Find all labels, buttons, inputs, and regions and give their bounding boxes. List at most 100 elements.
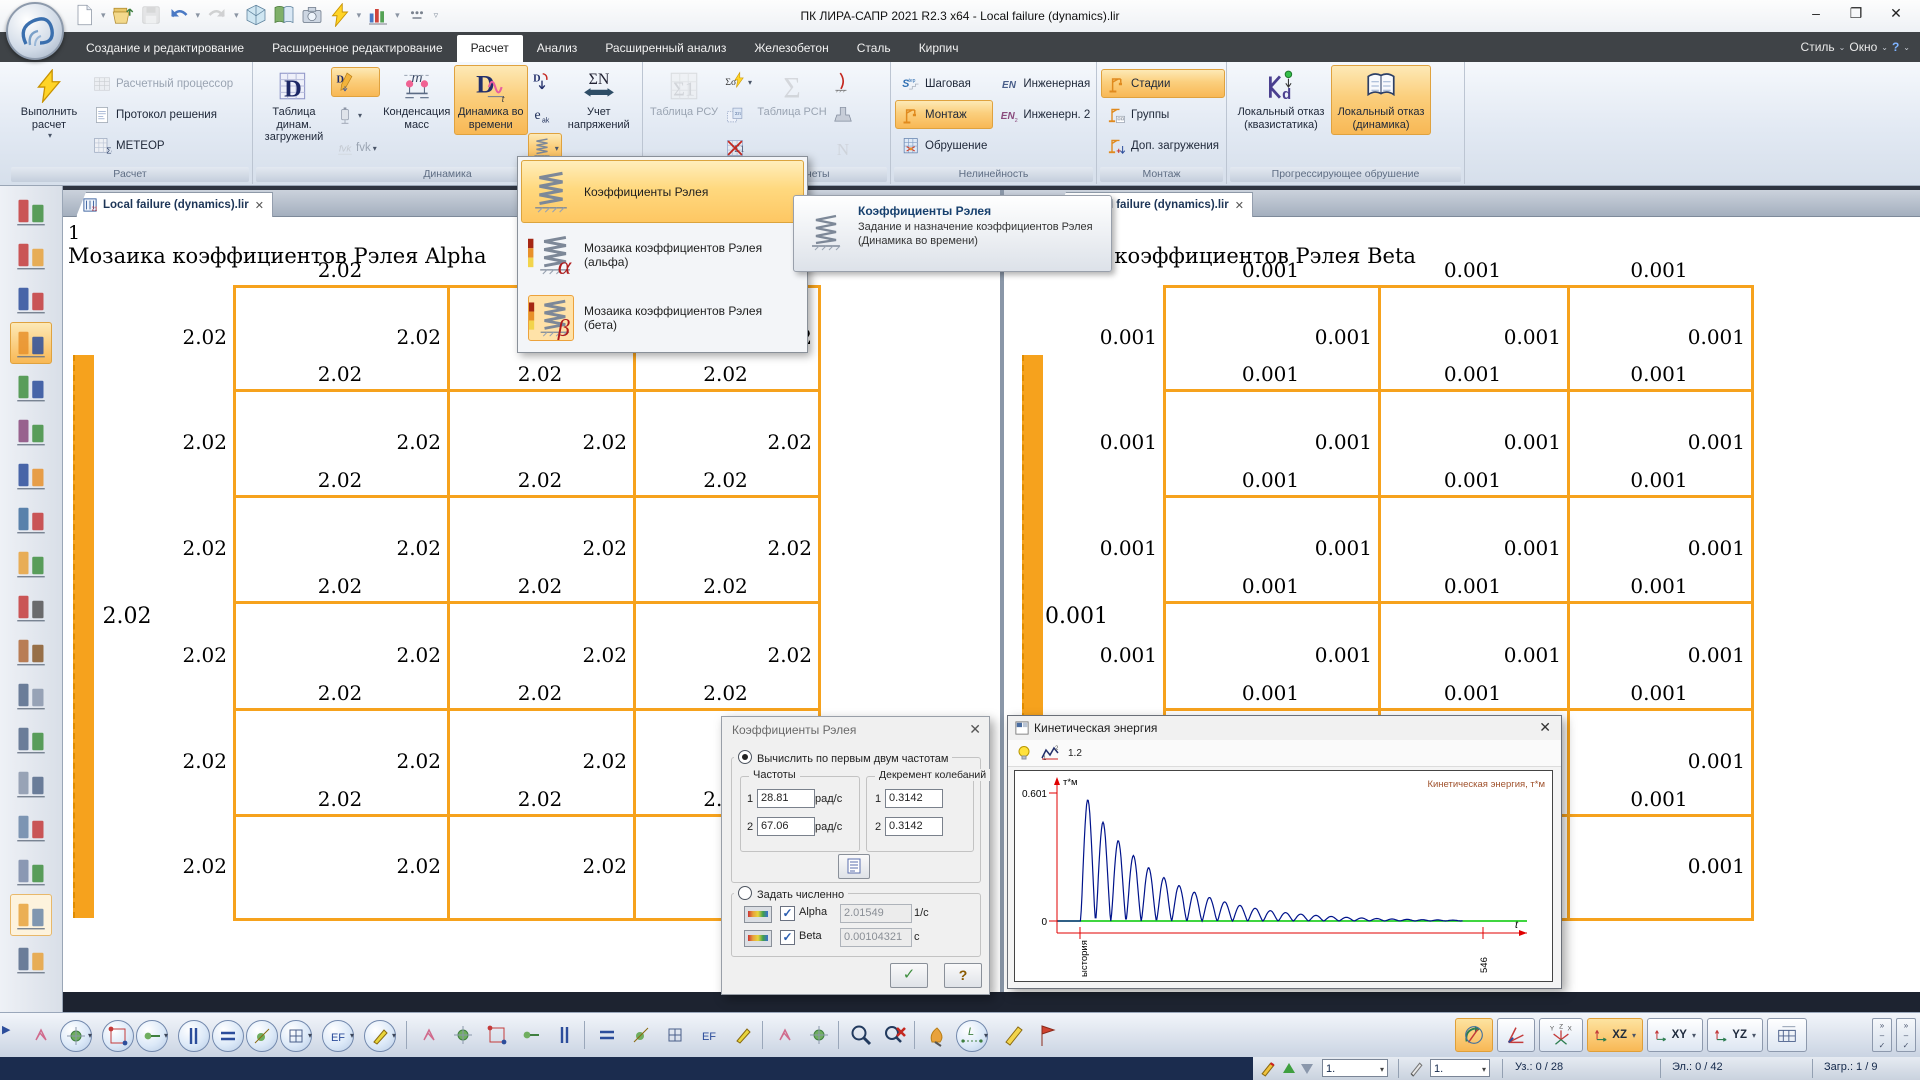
left-toolbar-plate[interactable] [10, 894, 52, 936]
ribbon-tab-Расширенный анализ[interactable]: Расширенный анализ [591, 35, 740, 62]
left-toolbar-mark[interactable] [10, 234, 52, 276]
left-toolbar-stamp[interactable] [10, 190, 52, 232]
apply-button[interactable]: ✓ [890, 963, 928, 988]
tool-zoom-off[interactable] [880, 1020, 910, 1050]
dropdown-caret-icon[interactable]: ▾ [88, 1031, 92, 1040]
ribbon-button-Обрушение[interactable]: Обрушение [895, 131, 993, 160]
menu-Окно[interactable]: Окно [1849, 40, 1877, 54]
increase-icon[interactable] [1283, 1063, 1295, 1073]
tool-building-red[interactable] [804, 1020, 834, 1050]
left-toolbar-wall[interactable] [10, 762, 52, 804]
minimize-button[interactable]: – [1796, 0, 1836, 28]
scale-combo-2[interactable]: 1.▾ [1430, 1059, 1490, 1077]
menu-item-Мозаика коэффициентов Рэлея (бета)[interactable]: βМозаика коэффициентов Рэлея (бета) [521, 286, 804, 349]
tool-select-poly[interactable] [26, 1020, 56, 1050]
ribbon-tab-Создание и редактирование[interactable]: Создание и редактирование [72, 35, 258, 62]
left-toolbar-ramp[interactable] [10, 850, 52, 892]
mini-panel-2[interactable]: »–✓ [1896, 1018, 1916, 1052]
caret-icon[interactable]: ⌄ [1839, 43, 1846, 52]
ribbon-tab-Кирпич[interactable]: Кирпич [905, 35, 973, 62]
ribbon-button-Монтаж[interactable]: Монтаж [895, 100, 993, 129]
left-toolbar-flags-1-2[interactable] [10, 366, 52, 408]
freq1-input[interactable]: 28.81 [757, 789, 815, 808]
tool-ball-vlines[interactable] [178, 1020, 210, 1052]
app-logo[interactable] [6, 2, 64, 60]
tool-flag-red[interactable] [1032, 1020, 1062, 1050]
radio-manual[interactable] [738, 886, 752, 900]
ribbon-button-sigma-bolt[interactable]: Σσ▾ [721, 67, 755, 97]
alpha-checkbox[interactable]: ✓ [780, 906, 795, 921]
menu-item-Мозаика коэффициентов Рэлея (альфа)[interactable]: αМозаика коэффициентов Рэлея (альфа) [521, 223, 804, 286]
tool-node-links[interactable] [102, 1020, 134, 1052]
snapshot-button[interactable] [300, 3, 324, 27]
ribbon-tab-Сталь[interactable]: Сталь [843, 35, 905, 62]
ribbon-button-pages[interactable]: Σπ [721, 100, 755, 130]
left-toolbar-rotate-ccw[interactable] [10, 454, 52, 496]
left-toolbar-mesh-color[interactable] [10, 542, 52, 584]
ribbon-button-u-curve[interactable] [829, 67, 857, 97]
menu-Стиль[interactable]: Стиль [1801, 40, 1835, 54]
ribbon-button-Инженерн. 2[interactable]: EN2Инженерн. 2 [993, 100, 1096, 129]
radio-compute[interactable] [738, 750, 752, 764]
tool-rotate-view[interactable] [1455, 1018, 1493, 1052]
tool-brush[interactable] [550, 1020, 580, 1050]
mini-panel-1[interactable]: »–✓ [1872, 1018, 1892, 1052]
tool-axes-3d[interactable] [1497, 1018, 1535, 1052]
tool-frame-x[interactable] [626, 1020, 656, 1050]
ribbon-button-Выполнить расчет[interactable]: Выполнить расчет▾ [12, 65, 86, 144]
left-toolbar-t-red[interactable] [10, 586, 52, 628]
caret-icon[interactable]: ⌄ [1903, 43, 1910, 52]
ribbon-button-Шаговая[interactable]: StepШаговая [895, 69, 993, 98]
scale-tool-icon[interactable] [1260, 1060, 1277, 1077]
ribbon-tab-Расширенное редактирование[interactable]: Расширенное редактирование [258, 35, 457, 62]
tool-zoom-in[interactable] [846, 1020, 876, 1050]
close-button[interactable]: ✕ [1876, 0, 1916, 28]
tab-close-icon[interactable]: ✕ [255, 199, 264, 212]
decr1-input[interactable]: 0.3142 [885, 789, 943, 808]
ribbon-tab-Железобетон[interactable]: Железобетон [740, 35, 842, 62]
left-toolbar-column[interactable] [10, 718, 52, 760]
close-icon[interactable]: ✕ [969, 721, 981, 738]
save-button[interactable] [139, 3, 163, 27]
ribbon-button-fvk[interactable]: fvkfvk▾ [331, 133, 380, 163]
tool-frame-del[interactable]: EF [694, 1020, 724, 1050]
help-button[interactable]: ? [944, 963, 982, 988]
tool-ball-axis[interactable] [246, 1020, 278, 1052]
view-XY-button[interactable]: XY▾ [1647, 1018, 1703, 1052]
left-pane-tab[interactable]: 21 Local failure (dynamics).lir ✕ [76, 192, 273, 217]
dropdown-caret-icon[interactable]: ▾ [984, 1031, 988, 1040]
tab-close-icon[interactable]: ✕ [1235, 199, 1244, 212]
dropdown-caret-icon[interactable]: ▾ [350, 1031, 354, 1040]
menu-item-Коэффициенты Рэлея[interactable]: Коэффициенты Рэлея [521, 160, 804, 223]
kinetic-window-titlebar[interactable]: Кинетическая энергия ✕ [1008, 716, 1561, 741]
pencil-scale-icon[interactable] [1408, 1060, 1425, 1077]
ribbon-button-Таблица РСУ[interactable]: Σ1Таблица РСУ [647, 65, 721, 123]
dropdown-caret-icon[interactable]: ▾ [196, 10, 201, 21]
tool-torch[interactable] [922, 1020, 952, 1050]
redo-button[interactable] [205, 3, 229, 27]
tool-filter-funnel[interactable] [448, 1020, 478, 1050]
ribbon-tab-Анализ[interactable]: Анализ [523, 35, 592, 62]
tool-frame-shift[interactable] [660, 1020, 690, 1050]
caret-icon[interactable]: ⌄ [1881, 43, 1888, 52]
close-icon[interactable]: ✕ [1539, 719, 1551, 736]
pane-splitter[interactable] [1000, 190, 1004, 992]
ribbon-tab-Расчет[interactable]: Расчет [457, 35, 523, 62]
left-toolbar-slab-mesh[interactable] [10, 938, 52, 980]
graph-icon[interactable]: 21 [1040, 745, 1060, 761]
ribbon-button-Доп. загружения[interactable]: +Доп. загружения [1101, 131, 1225, 160]
view-XZ-button[interactable]: XZ▾ [1587, 1018, 1643, 1052]
toolbar-expand-arrow[interactable]: ▶ [2, 1023, 10, 1036]
beta-checkbox[interactable]: ✓ [780, 930, 795, 945]
dropdown-caret-icon[interactable]: ▾ [234, 10, 239, 21]
dropdown-caret-icon[interactable]: ▾ [308, 1031, 312, 1040]
open-model-button[interactable] [111, 3, 135, 27]
diagram-button[interactable] [366, 3, 390, 27]
tool-rotate-frame[interactable] [592, 1020, 622, 1050]
dropdown-caret-icon[interactable]: ▾ [101, 10, 106, 21]
left-toolbar-flags-2-6[interactable] [10, 322, 52, 364]
book-button[interactable] [272, 3, 296, 27]
ribbon-button-eak[interactable]: eak [528, 100, 562, 130]
tool-ball-hlines[interactable] [212, 1020, 244, 1052]
left-toolbar-shell[interactable] [10, 806, 52, 848]
